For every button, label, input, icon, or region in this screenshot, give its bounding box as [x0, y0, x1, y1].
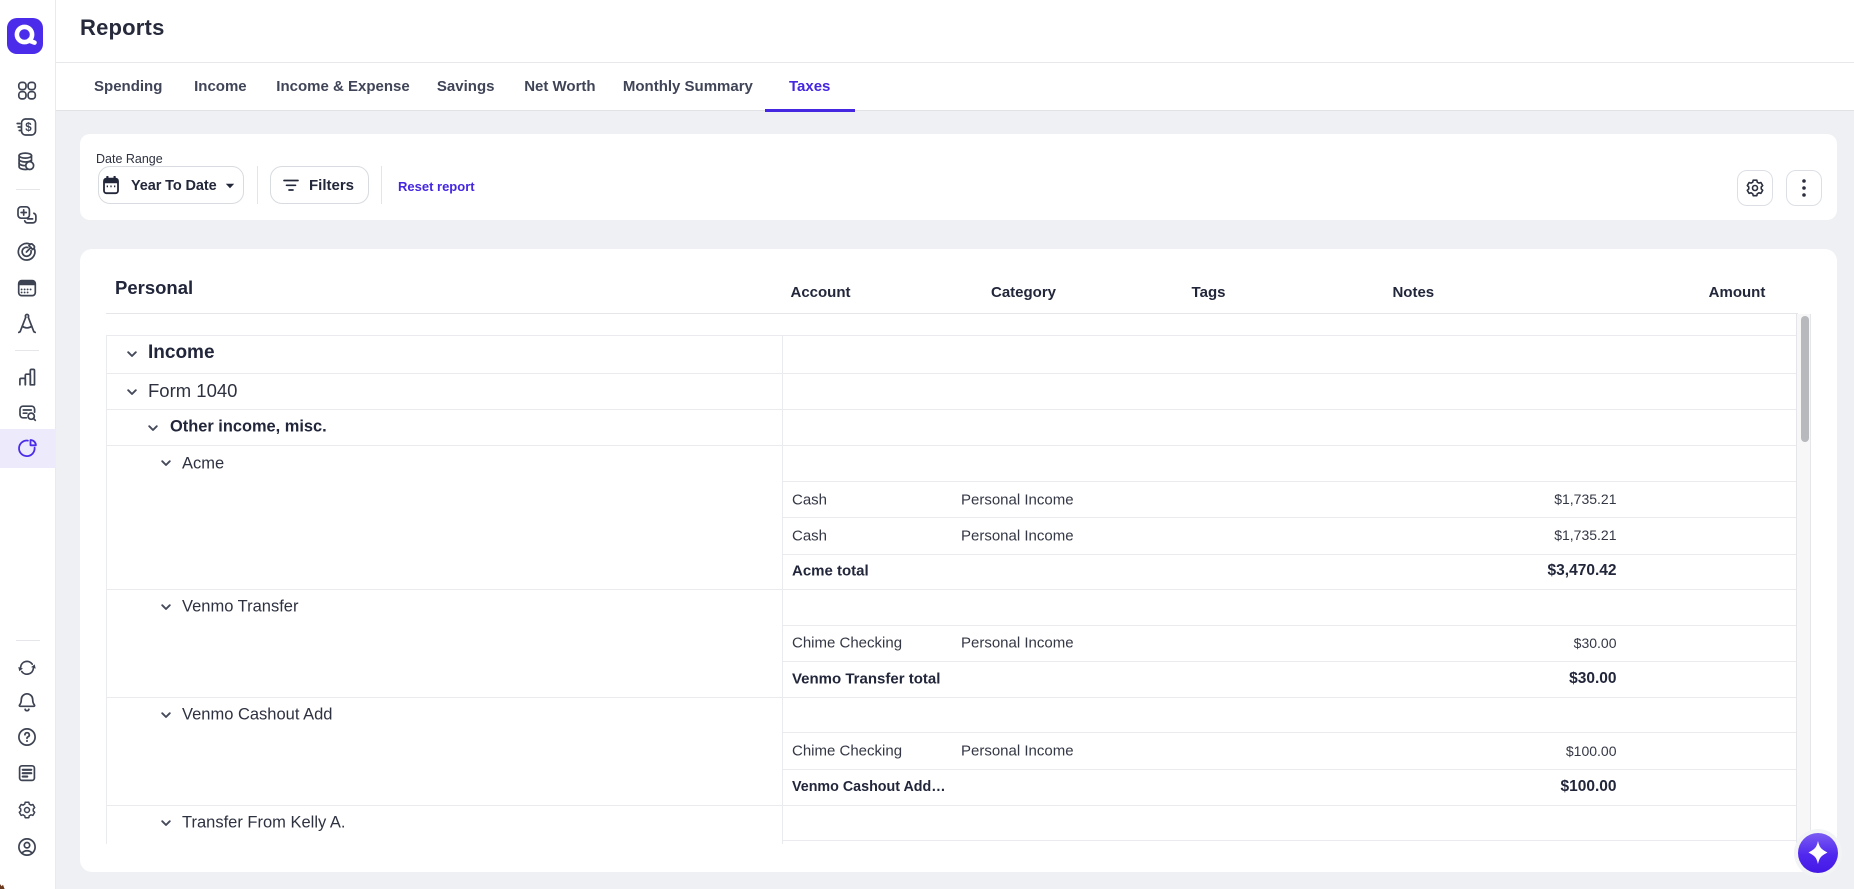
svg-text:$: $	[25, 122, 32, 134]
